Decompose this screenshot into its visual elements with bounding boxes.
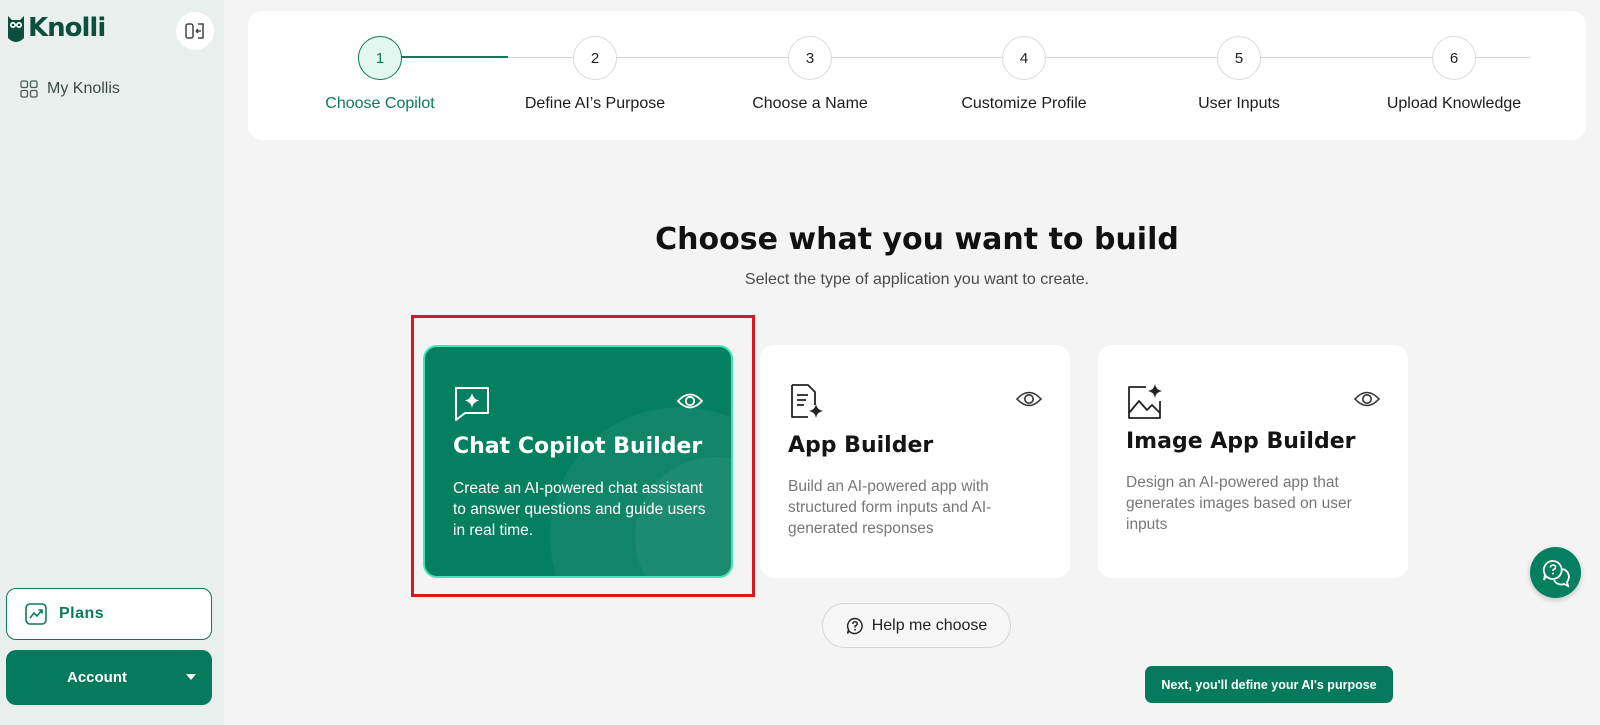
help-me-choose-button[interactable]: Help me choose <box>822 603 1011 648</box>
step-customize-profile[interactable]: 4 Customize Profile <box>924 36 1124 113</box>
page-subtitle: Select the type of application you want … <box>744 271 1090 288</box>
collapse-sidebar-button[interactable] <box>176 12 214 50</box>
next-button[interactable]: Next, you'll define your AI's purpose <box>1145 666 1393 703</box>
card-description: Design an AI-powered app that generates … <box>1126 474 1352 533</box>
step-label: Choose a Name <box>752 95 868 112</box>
step-number: 6 <box>1432 36 1476 80</box>
step-number: 4 <box>1002 36 1046 80</box>
step-number: 5 <box>1217 36 1261 80</box>
card-title: Image App Builder <box>1126 429 1356 454</box>
account-label: Account <box>67 669 127 686</box>
sidebar: Knolli My Knollis Plans Account <box>0 0 224 725</box>
step-choose-name[interactable]: 3 Choose a Name <box>710 36 910 113</box>
support-chat-icon <box>1542 559 1570 588</box>
card-description: Create an AI-powered chat assistant to a… <box>453 480 706 539</box>
collapse-sidebar-icon <box>185 23 204 39</box>
owl-logo-icon <box>8 16 24 42</box>
card-title: Chat Copilot Builder <box>453 434 703 459</box>
knolli-logo[interactable]: Knolli <box>6 12 106 44</box>
step-define-purpose[interactable]: 2 Define AI’s Purpose <box>495 36 695 113</box>
eye-icon[interactable] <box>677 391 703 411</box>
trending-up-icon <box>25 603 47 625</box>
grid-icon <box>20 80 38 98</box>
card-app-builder[interactable]: App Builder Build an AI-powered app with… <box>760 345 1070 578</box>
step-label: Choose Copilot <box>325 95 435 112</box>
brand-name: Knolli <box>28 13 106 43</box>
account-button[interactable]: Account <box>6 650 212 705</box>
plans-button[interactable]: Plans <box>6 588 212 640</box>
card-description: Build an AI-powered app with structured … <box>788 478 992 537</box>
step-label: Upload Knowledge <box>1386 95 1522 112</box>
eye-icon[interactable] <box>1016 389 1042 409</box>
step-label: Customize Profile <box>961 95 1087 112</box>
document-sparkle-icon <box>791 384 823 418</box>
support-chat-button[interactable] <box>1530 547 1581 598</box>
step-number: 1 <box>358 36 402 80</box>
chat-sparkle-icon <box>455 387 489 421</box>
next-label: Next, you'll define your AI's purpose <box>1161 677 1377 692</box>
plans-label: Plans <box>59 605 105 622</box>
card-chat-copilot-builder[interactable]: Chat Copilot Builder Create an AI-powere… <box>423 345 733 578</box>
stepper: 1 Choose Copilot 2 Define AI’s Purpose 3… <box>248 11 1586 140</box>
step-choose-copilot[interactable]: 1 Choose Copilot <box>280 36 480 113</box>
question-chat-icon <box>846 617 863 634</box>
step-number: 3 <box>788 36 832 80</box>
card-title: App Builder <box>788 433 934 458</box>
caret-down-icon <box>186 674 196 680</box>
step-upload-knowledge[interactable]: 6 Upload Knowledge <box>1354 36 1554 113</box>
help-label: Help me choose <box>871 616 988 634</box>
sidebar-item-label: My Knollis <box>47 80 120 97</box>
step-user-inputs[interactable]: 5 User Inputs <box>1139 36 1339 113</box>
image-sparkle-icon <box>1128 384 1162 419</box>
eye-icon[interactable] <box>1354 389 1380 409</box>
sidebar-item-my-knollis[interactable]: My Knollis <box>20 80 120 98</box>
page-title: Choose what you want to build <box>655 222 1179 257</box>
step-label: User Inputs <box>1198 95 1280 112</box>
step-number: 2 <box>573 36 617 80</box>
step-label: Define AI’s Purpose <box>524 95 666 112</box>
card-image-app-builder[interactable]: Image App Builder Design an AI-powered a… <box>1098 345 1408 578</box>
